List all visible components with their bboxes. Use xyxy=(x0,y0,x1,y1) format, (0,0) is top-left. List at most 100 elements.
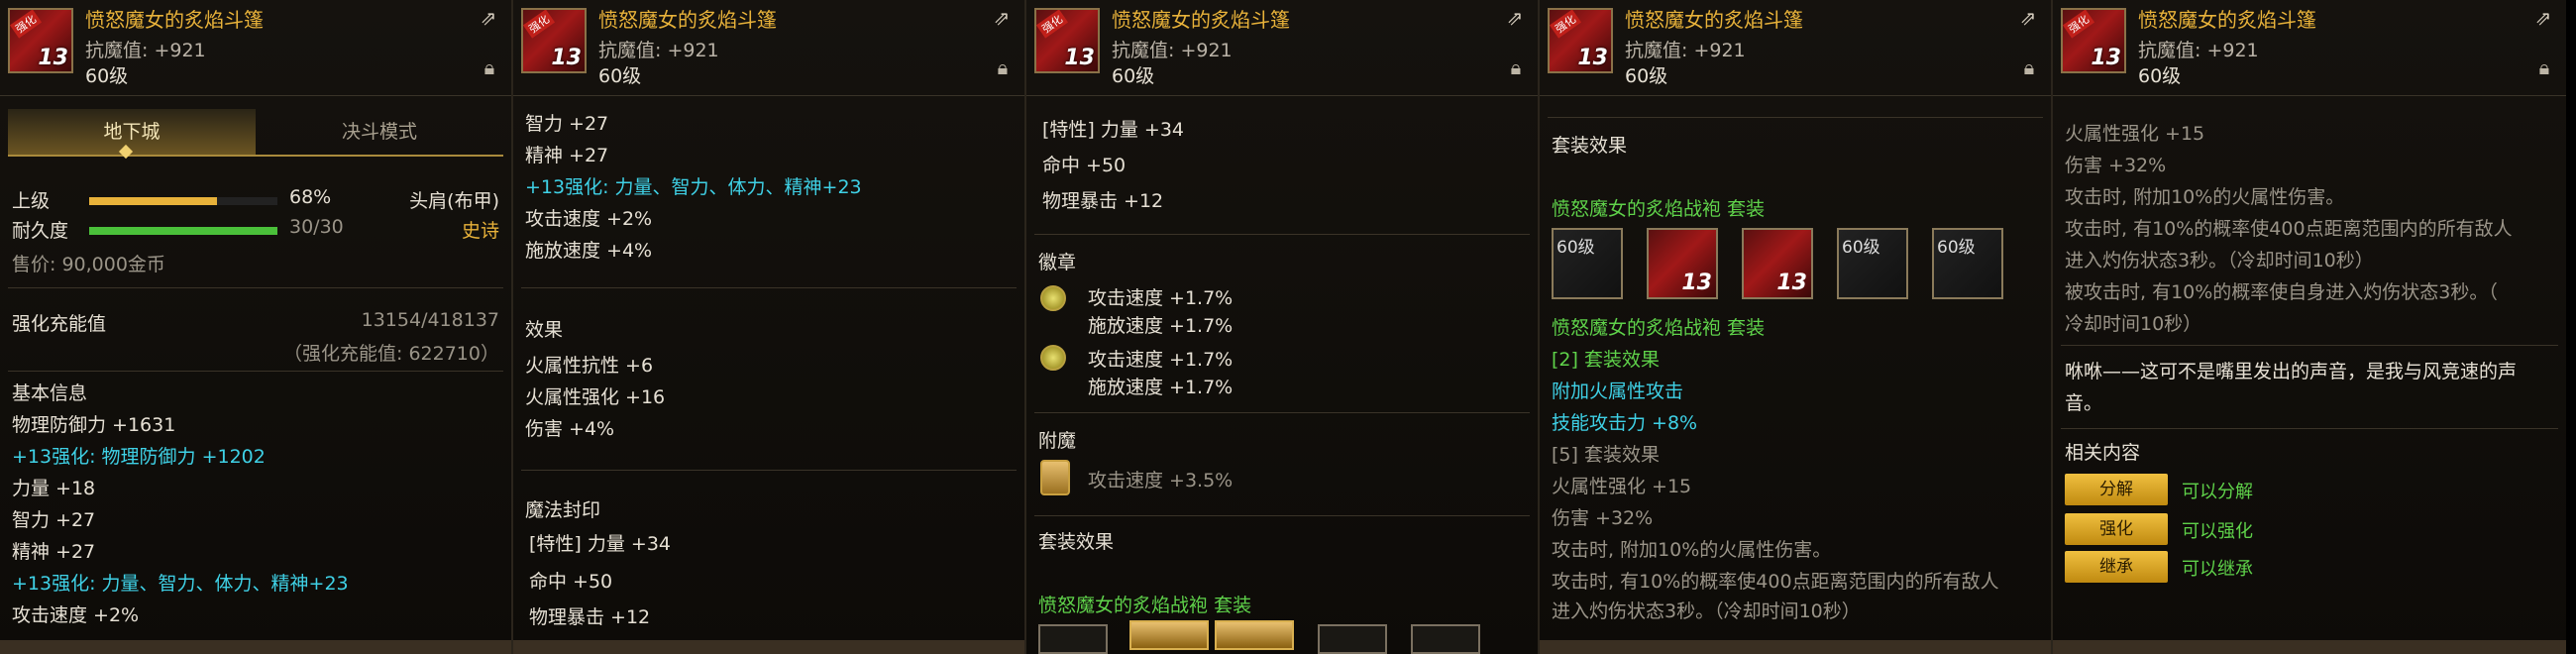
item-resist: 抗魔值: +921 xyxy=(598,40,719,61)
set-word: 套装 xyxy=(1214,595,1252,616)
item-resist: 抗魔值: +921 xyxy=(1625,40,1746,61)
cast-speed: 施放速度 +4% xyxy=(525,240,653,262)
lock-icon[interactable]: 🔒︎ xyxy=(1504,55,1528,85)
seal-3: 物理暴击 +12 xyxy=(1042,190,1164,212)
item-header: 强化 13 愤怒魔女的炙焰斗篷 抗魔值: +921 60级 ⇗ 🔒︎ xyxy=(1540,0,2051,96)
tooltip-panel-1: 强化 13 愤怒魔女的炙焰斗篷 抗魔值: +921 60级 ⇗ 🔒︎ 地下城 决斗… xyxy=(0,0,513,654)
seal-1: [特性] 力量 +34 xyxy=(1042,119,1185,141)
effect-line-1: 攻击时, 附加10%的火属性伤害。 xyxy=(1552,539,1832,561)
disassemble-desc: 可以分解 xyxy=(2182,482,2253,502)
set-item-slot[interactable]: 60级 xyxy=(1552,228,1623,299)
five-set-title: [5] 套装效果 xyxy=(1552,444,1660,466)
two-set-title: [2] 套装效果 xyxy=(1552,349,1660,371)
flavor-text-2: 音。 xyxy=(2065,392,2103,414)
set-name-text: 愤怒魔女的炙焰战袍 xyxy=(1552,317,1722,339)
divider xyxy=(2061,345,2558,346)
lock-icon[interactable]: 🔒︎ xyxy=(991,55,1015,85)
grade-bar xyxy=(89,197,277,205)
enhance-level: 13 xyxy=(551,46,582,70)
lock-icon[interactable]: 🔒︎ xyxy=(2532,55,2556,85)
slot-type: 头肩(布甲) xyxy=(409,190,499,212)
share-icon[interactable]: ⇗ xyxy=(989,6,1015,30)
set-slot xyxy=(1411,624,1480,654)
enhance-tag: 强化 xyxy=(2063,10,2095,39)
bottom-strip xyxy=(2053,640,2566,654)
enhance-tag: 强化 xyxy=(1036,10,1069,39)
effect-title: 效果 xyxy=(525,319,564,341)
share-icon[interactable]: ⇗ xyxy=(1502,6,1528,30)
damage: 伤害 +32% xyxy=(2065,155,2167,176)
set-slot-active xyxy=(1129,620,1209,650)
set-item-slot-owned[interactable]: 13 xyxy=(1742,228,1813,299)
enhance-button[interactable]: 强化 xyxy=(2065,513,2168,545)
magic-seal-title: 魔法封印 xyxy=(525,499,601,521)
set-item-slot-owned[interactable]: 13 xyxy=(1647,228,1718,299)
set-slot xyxy=(1038,624,1108,654)
tab-dungeon[interactable]: 地下城 xyxy=(8,109,256,155)
disassemble-button[interactable]: 分解 xyxy=(2065,474,2168,505)
item-name: 愤怒魔女的炙焰斗篷 xyxy=(1625,8,1803,32)
enh-phys-def: +13强化: 物理防御力 +1202 xyxy=(12,446,266,468)
item-header: 强化 13 愤怒魔女的炙焰斗篷 抗魔值: +921 60级 ⇗ 🔒︎ xyxy=(513,0,1024,96)
tab-duel[interactable]: 决斗模式 xyxy=(256,109,503,155)
item-level: 60级 xyxy=(2138,65,2182,87)
skill-atk: 技能攻击力 +8% xyxy=(1552,412,1698,434)
item-header: 强化 13 愤怒魔女的炙焰斗篷 抗魔值: +921 60级 ⇗ 🔒︎ xyxy=(1026,0,1538,96)
emblem-1b: 施放速度 +1.7% xyxy=(1088,315,1234,337)
item-header: 强化 13 愤怒魔女的炙焰斗篷 抗魔值: +921 60级 ⇗ 🔒︎ xyxy=(2053,0,2566,96)
enchant-value: 攻击速度 +3.5% xyxy=(1088,470,1234,491)
emblem-icon xyxy=(1040,285,1066,311)
enchant-title: 附魔 xyxy=(1038,430,1077,452)
enh-stats: +13强化: 力量、智力、体力、精神+23 xyxy=(525,176,862,198)
share-icon[interactable]: ⇗ xyxy=(476,6,501,30)
divider xyxy=(8,371,503,372)
set-item-slot[interactable]: 60级 xyxy=(1837,228,1908,299)
seal-3: 物理暴击 +12 xyxy=(529,606,651,628)
fire-res: 火属性抗性 +6 xyxy=(525,355,654,377)
item-icon: 强化 13 xyxy=(1548,8,1613,73)
effect-line-2: 攻击时, 有10%的概率使400点距离范围内的所有敌人 xyxy=(2065,218,2513,240)
lock-icon[interactable]: 🔒︎ xyxy=(2017,55,2041,85)
divider xyxy=(1034,515,1530,516)
item-icon: 强化 13 xyxy=(2061,8,2126,73)
tooltip-panel-2: 强化 13 愤怒魔女的炙焰斗篷 抗魔值: +921 60级 ⇗ 🔒︎ 智力 +27… xyxy=(513,0,1026,654)
item-name: 愤怒魔女的炙焰斗篷 xyxy=(2138,8,2316,32)
item-level: 60级 xyxy=(1625,65,1668,87)
share-icon[interactable]: ⇗ xyxy=(2015,6,2041,30)
tooltip-panel-5: 强化 13 愤怒魔女的炙焰斗篷 抗魔值: +921 60级 ⇗ 🔒︎ 火属性强化 … xyxy=(2053,0,2566,654)
set-slot-active xyxy=(1215,620,1294,650)
charge-val: 13154/418137 xyxy=(361,309,499,331)
mode-tabs: 地下城 决斗模式 xyxy=(8,109,503,157)
set-item-slot[interactable]: 60级 xyxy=(1932,228,2003,299)
grade-bar-fill xyxy=(89,197,218,205)
item-name: 愤怒魔女的炙焰斗篷 xyxy=(598,8,777,32)
item-icon: 强化 13 xyxy=(521,8,587,73)
stat-int: 智力 +27 xyxy=(12,509,96,531)
inherit-button[interactable]: 继承 xyxy=(2065,551,2168,583)
set-name-2: 愤怒魔女的炙焰战袍 套装 xyxy=(1552,313,2039,340)
stat-int: 智力 +27 xyxy=(525,113,609,135)
durability-val: 30/30 xyxy=(289,216,344,238)
set-word: 套装 xyxy=(1727,317,1766,339)
enhance-tag: 强化 xyxy=(523,10,556,39)
stat-str: 力量 +18 xyxy=(12,478,96,499)
item-name: 愤怒魔女的炙焰斗篷 xyxy=(85,8,264,32)
item-name: 愤怒魔女的炙焰斗篷 xyxy=(1112,8,1290,32)
emblem-title: 徽章 xyxy=(1038,252,1077,273)
divider xyxy=(1034,234,1530,235)
set-name: 愤怒魔女的炙焰战袍 套装 xyxy=(1038,591,1526,617)
share-icon[interactable]: ⇗ xyxy=(2530,6,2556,30)
related-title: 相关内容 xyxy=(2065,442,2141,464)
enhance-level: 13 xyxy=(38,46,68,70)
set-effect-title: 套装效果 xyxy=(1038,531,1115,553)
inherit-desc: 可以继承 xyxy=(2182,559,2253,580)
set-effect-title: 套装效果 xyxy=(1552,135,1628,157)
enchant-card-icon xyxy=(1040,460,1070,495)
charge-sub: （强化充能值: 622710） xyxy=(283,343,499,365)
tooltip-panel-4: 强化 13 愤怒魔女的炙焰斗篷 抗魔值: +921 60级 ⇗ 🔒︎ 套装效果 愤… xyxy=(1540,0,2053,654)
damage: 伤害 +4% xyxy=(525,418,615,440)
durability-bar xyxy=(89,227,277,235)
lock-icon[interactable]: 🔒︎ xyxy=(478,55,501,85)
divider xyxy=(521,470,1017,471)
item-resist: 抗魔值: +921 xyxy=(2138,40,2259,61)
